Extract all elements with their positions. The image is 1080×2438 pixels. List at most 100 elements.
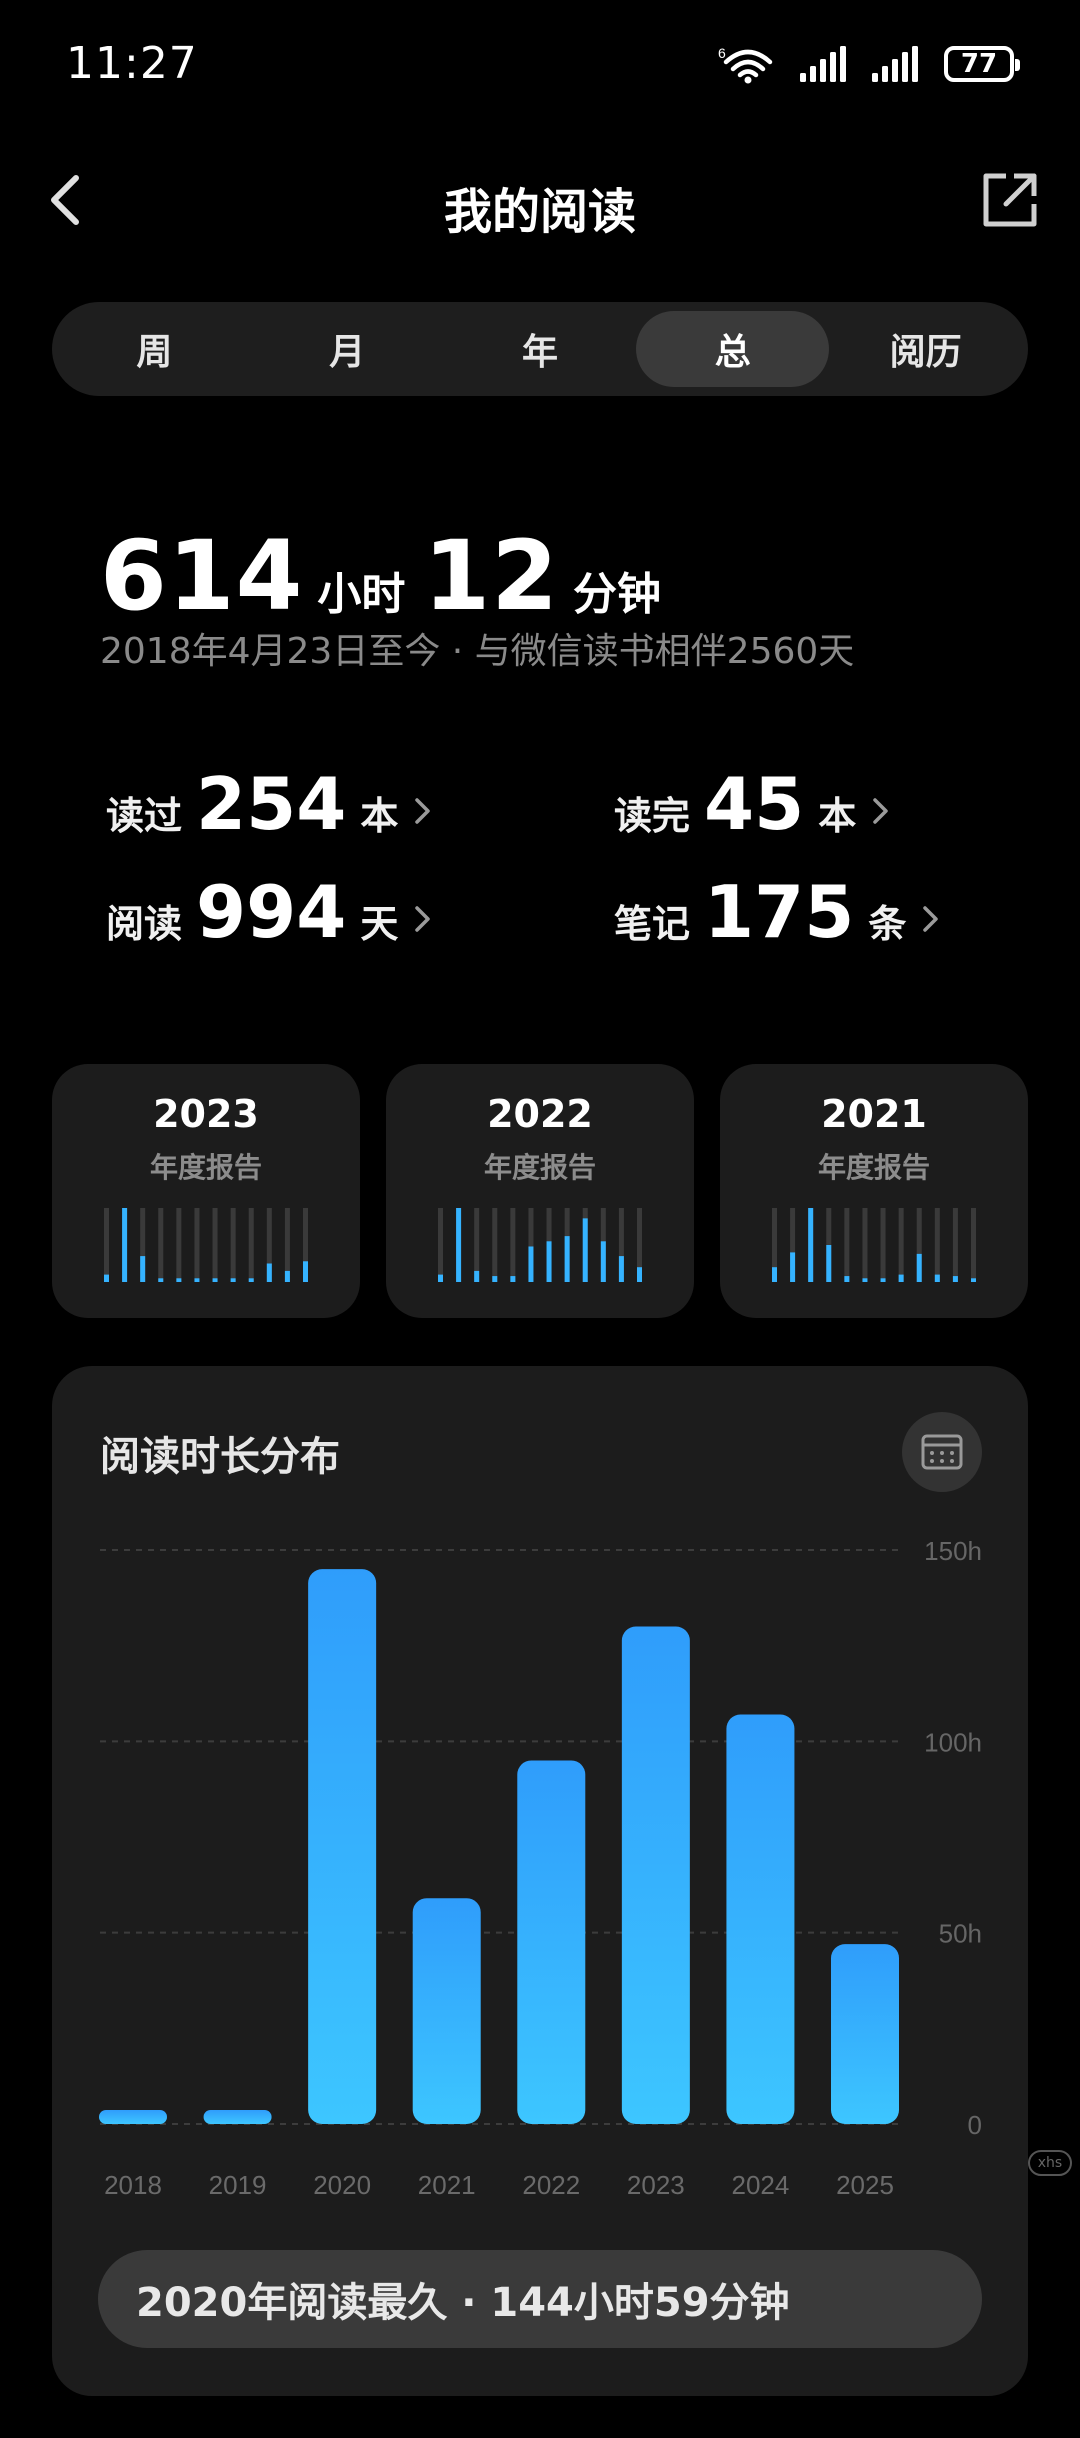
report-label: 年度报告 <box>817 1151 930 1184</box>
mini-bar-track <box>176 1208 182 1282</box>
mini-bar <box>952 1276 958 1282</box>
y-tick-label: 0 <box>968 2110 982 2140</box>
tab-week[interactable]: 周 <box>58 311 251 387</box>
report-year: 2022 <box>487 1092 593 1136</box>
year-report-card-2022[interactable]: 2022 年度报告 <box>386 1064 694 1318</box>
signal-icon <box>872 46 918 82</box>
mini-bar-chart <box>104 1208 308 1282</box>
mini-bar <box>826 1245 832 1282</box>
bar-2018 <box>99 2110 167 2124</box>
report-label: 年度报告 <box>149 1151 262 1184</box>
x-tick-label: 2025 <box>836 2170 894 2200</box>
mini-bar <box>438 1274 443 1282</box>
mini-bar <box>880 1278 886 1282</box>
mini-bar <box>474 1270 480 1282</box>
mini-bar <box>808 1208 814 1282</box>
bar-2021 <box>412 1898 481 2124</box>
mini-bar <box>582 1218 588 1282</box>
bar-2025 <box>831 1944 899 2124</box>
mini-bar-track <box>844 1208 850 1282</box>
mini-bar-track <box>880 1208 886 1282</box>
mini-bar <box>122 1208 128 1282</box>
stat-value: 254 <box>196 762 347 846</box>
hours-unit: 小时 <box>317 569 406 620</box>
mini-bar <box>456 1208 462 1282</box>
period-tabs: 周 月 年 总 阅历 <box>52 302 1028 396</box>
tab-month[interactable]: 月 <box>251 311 444 387</box>
mini-bar-track <box>194 1208 200 1282</box>
mini-bar <box>564 1236 570 1282</box>
x-tick-label: 2018 <box>104 2170 162 2200</box>
mini-bar <box>492 1276 498 1282</box>
share-icon[interactable] <box>980 170 1040 230</box>
mini-bar <box>248 1278 254 1282</box>
total-minutes: 12 <box>423 520 559 632</box>
mini-bar <box>971 1278 976 1282</box>
mini-bar-chart <box>438 1208 642 1282</box>
mini-bar-track <box>158 1208 164 1282</box>
tab-total[interactable]: 总 <box>636 311 830 387</box>
battery-icon: 77 <box>944 46 1020 82</box>
mini-bar <box>158 1278 164 1282</box>
stat-value: 45 <box>704 762 805 846</box>
tab-year[interactable]: 年 <box>444 311 637 387</box>
y-tick-label: 100h <box>924 1727 982 1757</box>
report-year: 2021 <box>821 1092 927 1136</box>
mini-bar-track <box>492 1208 498 1282</box>
mini-bar <box>104 1274 109 1282</box>
mini-bar <box>600 1241 606 1282</box>
total-hours: 614 <box>100 520 304 632</box>
tab-history[interactable]: 阅历 <box>829 311 1022 387</box>
mini-bar-track <box>862 1208 868 1282</box>
mini-bar <box>230 1278 236 1282</box>
year-report-card-2021[interactable]: 2021 年度报告 <box>720 1064 1028 1318</box>
stat-value: 175 <box>704 870 855 954</box>
mini-bar-track <box>898 1208 904 1282</box>
mini-bar-track <box>230 1208 236 1282</box>
y-tick-label: 150h <box>924 1536 982 1566</box>
bar-2019 <box>203 2110 272 2124</box>
mini-bar-track <box>971 1208 976 1282</box>
stat-label: 阅读 <box>106 902 183 946</box>
status-bar: 11:27 6 77 <box>0 0 1080 130</box>
mini-bar-track <box>510 1208 516 1282</box>
stat-label: 读过 <box>106 794 183 838</box>
mini-bar <box>862 1278 868 1282</box>
stat-label: 读完 <box>614 794 691 838</box>
year-report-card-2023[interactable]: 2023 年度报告 <box>52 1064 360 1318</box>
duration-bar-chart: 0 50h 100h 150h 2018 2019 2020 2021 2022 2023 2024… <box>99 1536 982 2200</box>
mini-bar <box>212 1278 218 1282</box>
watermark-logo: xhs <box>1028 2150 1072 2176</box>
mini-bar <box>194 1278 200 1282</box>
mini-bar <box>176 1278 182 1282</box>
stat-unit: 条 <box>868 902 907 946</box>
mini-bar <box>916 1253 922 1282</box>
report-year: 2023 <box>153 1092 259 1136</box>
x-tick-label: 2020 <box>313 2170 371 2200</box>
chevron-right-icon <box>415 906 431 932</box>
stat-label: 笔记 <box>614 902 691 946</box>
mini-bar <box>510 1276 516 1282</box>
mini-bar-track <box>934 1208 940 1282</box>
x-tick-label: 2022 <box>522 2170 580 2200</box>
stat-books-read[interactable]: 读过 254 本 <box>106 762 434 846</box>
wifi-icon: 6 <box>718 45 773 84</box>
minutes-unit: 分钟 <box>572 569 661 620</box>
stat-books-finished[interactable]: 读完 45 本 <box>614 762 892 846</box>
mini-bar-chart <box>772 1208 976 1282</box>
since-date: 2018年4月23日至今 · 与微信读书相伴2560天 <box>100 631 855 672</box>
mini-bar <box>140 1256 146 1282</box>
stat-unit: 本 <box>360 794 399 838</box>
mini-bar <box>844 1276 850 1282</box>
stat-reading-days[interactable]: 阅读 994 天 <box>106 870 434 954</box>
report-label: 年度报告 <box>483 1151 596 1184</box>
y-tick-label: 50h <box>939 1919 982 1949</box>
x-tick-label: 2023 <box>627 2170 685 2200</box>
stat-unit: 本 <box>818 794 857 838</box>
bar-2023 <box>621 1626 690 2124</box>
chevron-right-icon <box>923 906 939 932</box>
mini-bar <box>618 1256 624 1282</box>
battery-level: 77 <box>960 49 998 79</box>
longest-year-highlight: 2020年阅读最久 · 144小时59分钟 <box>98 2250 982 2348</box>
stat-notes[interactable]: 笔记 175 条 <box>614 870 942 954</box>
